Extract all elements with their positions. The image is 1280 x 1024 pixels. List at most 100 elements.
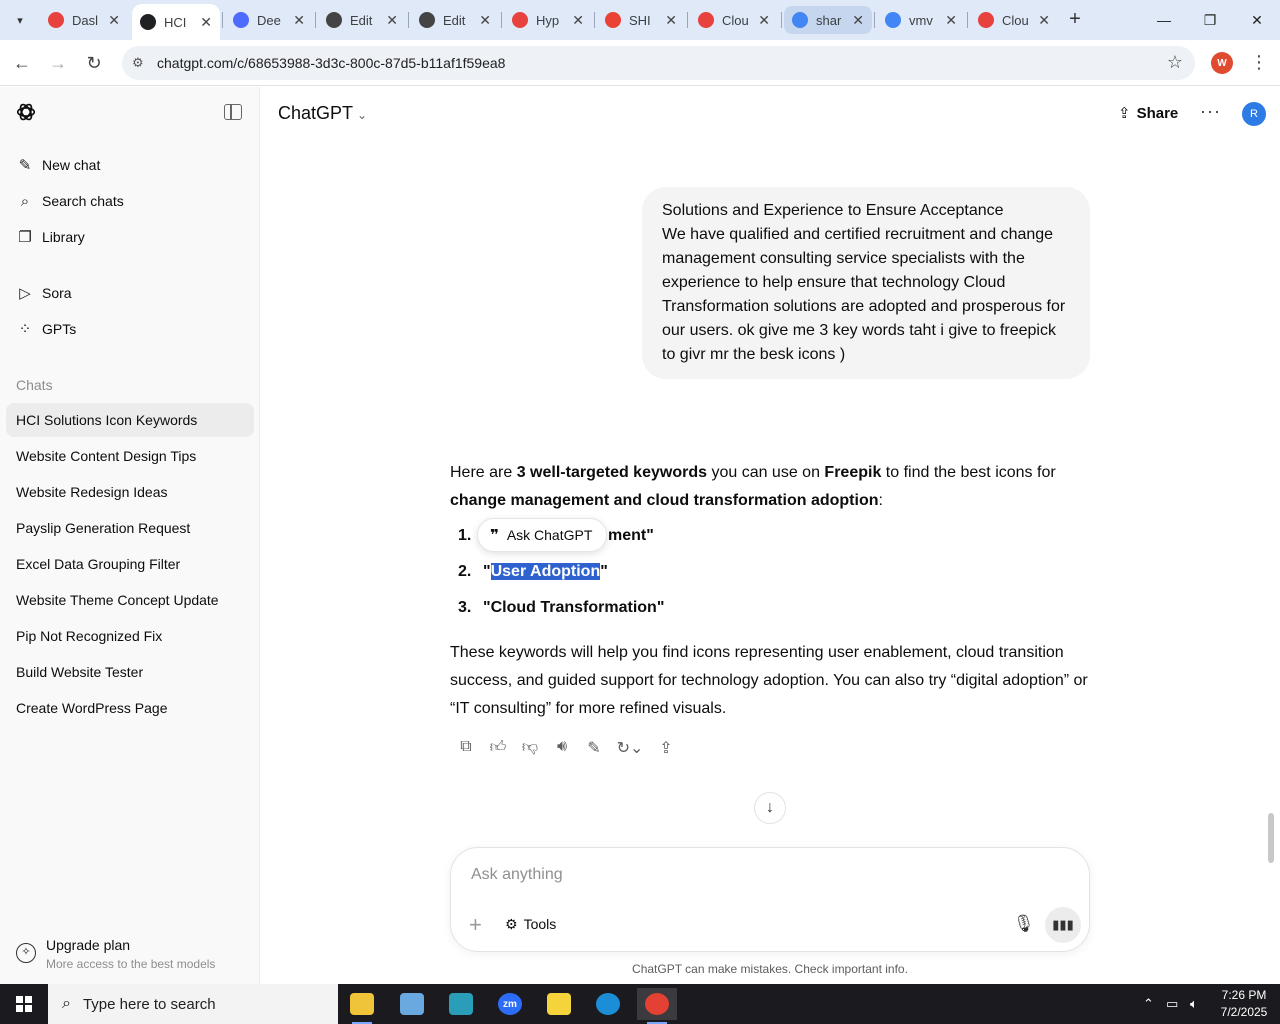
browser-tab[interactable]: shar ✕ <box>784 6 872 34</box>
regenerate-icon[interactable]: ↻⌄ <box>610 738 650 762</box>
tab-separator <box>594 12 595 28</box>
read-aloud-icon[interactable]: 🔊︎ <box>546 738 578 762</box>
search-chats-label: Search chats <box>42 193 124 209</box>
close-tab-icon[interactable]: ✕ <box>852 12 864 29</box>
taskbar-search[interactable]: ⌕ Type here to search <box>48 984 338 1024</box>
quote-icon: ❞ <box>490 527 499 544</box>
paint-app[interactable] <box>392 988 432 1020</box>
close-tab-icon[interactable]: ✕ <box>108 12 120 29</box>
edge-app[interactable] <box>588 988 628 1020</box>
tab-title: shar <box>816 12 842 28</box>
tab-separator <box>874 12 875 28</box>
close-tab-icon[interactable]: ✕ <box>572 12 584 29</box>
new-chat-button[interactable]: ✎ New chat <box>6 148 254 182</box>
close-tab-icon[interactable]: ✕ <box>200 14 212 31</box>
app-icon-teal[interactable] <box>441 988 481 1020</box>
tab-title: Clou <box>1002 12 1029 28</box>
profile-avatar[interactable]: W <box>1211 52 1233 74</box>
bookmark-star-icon[interactable]: ☆ <box>1167 52 1183 73</box>
close-tab-icon[interactable]: ✕ <box>945 12 957 29</box>
close-tab-icon[interactable]: ✕ <box>386 12 398 29</box>
chat-item[interactable]: Website Content Design Tips <box>6 439 254 473</box>
browser-tab[interactable]: SHI ✕ <box>597 6 685 34</box>
address-bar[interactable]: ⚙ chatgpt.com/c/68653988-3d3c-800c-87d5-… <box>122 46 1195 80</box>
thumbs-up-icon[interactable]: 👍︎ <box>482 738 514 762</box>
browser-menu-icon[interactable]: ⋮ <box>1250 52 1268 73</box>
chat-item[interactable]: Website Redesign Ideas <box>6 475 254 509</box>
keyword-number: 3. <box>458 599 472 616</box>
more-options-icon[interactable]: ··· <box>1200 101 1221 122</box>
chat-item[interactable]: HCI Solutions Icon Keywords <box>6 403 254 437</box>
volume-icon[interactable]: 🔈︎ <box>1190 996 1198 1012</box>
windows-taskbar: ⌕ Type here to search zm ⌃ ▭ 🔈︎ 7:26 PM … <box>0 984 1280 1024</box>
network-icon[interactable]: ▭ <box>1166 996 1178 1012</box>
close-tab-icon[interactable]: ✕ <box>1038 12 1050 29</box>
new-tab-button[interactable]: + <box>1064 8 1086 30</box>
minimize-button[interactable]: — <box>1141 0 1187 40</box>
scroll-down-icon[interactable]: ↓ <box>754 792 786 824</box>
chat-item[interactable]: Excel Data Grouping Filter <box>6 547 254 581</box>
share-message-icon[interactable]: ⇪ <box>650 738 682 762</box>
forward-button[interactable]: → <box>46 51 70 75</box>
share-button[interactable]: ⇪ Share <box>1118 104 1178 122</box>
scrollbar[interactable] <box>1268 813 1274 863</box>
library-button[interactable]: ❐ Library <box>6 220 254 254</box>
user-message-bubble: Solutions and Experience to Ensure Accep… <box>642 187 1090 379</box>
url-text[interactable]: chatgpt.com/c/68653988-3d3c-800c-87d5-b1… <box>157 55 505 71</box>
chat-item[interactable]: Create WordPress Page <box>6 691 254 725</box>
windows-logo-icon <box>16 996 32 1012</box>
thumbs-down-icon[interactable]: 👎︎ <box>514 738 546 762</box>
tab-favicon-icon <box>605 12 621 28</box>
restore-button[interactable]: ❐ <box>1187 0 1233 40</box>
tray-overflow-icon[interactable]: ⌃ <box>1143 996 1154 1012</box>
tab-search-button[interactable]: ▾ <box>8 8 32 32</box>
chat-item[interactable]: Build Website Tester <box>6 655 254 689</box>
chat-item[interactable]: Pip Not Recognized Fix <box>6 619 254 653</box>
gpts-button[interactable]: ⁘ GPTs <box>6 312 254 346</box>
add-attachment-icon[interactable]: + <box>469 912 482 938</box>
sidebar-toggle-icon[interactable] <box>224 104 242 120</box>
browser-tab[interactable]: Edit ✕ <box>411 6 499 34</box>
close-tab-icon[interactable]: ✕ <box>758 12 770 29</box>
zoom-app[interactable]: zm <box>490 988 530 1020</box>
chat-item-label: Pip Not Recognized Fix <box>16 628 163 644</box>
browser-tab[interactable]: Clou ✕ <box>970 6 1058 34</box>
tab-favicon-icon <box>419 12 435 28</box>
sticky-notes-app[interactable] <box>539 988 579 1020</box>
selected-keyword-text[interactable]: User Adoption <box>490 563 601 580</box>
upgrade-plan-button[interactable]: ✧ Upgrade plan More access to the best m… <box>16 937 246 977</box>
start-button[interactable] <box>0 984 48 1024</box>
voice-mode-icon[interactable]: ▮▮▮ <box>1045 907 1081 943</box>
tools-button[interactable]: ⚙ Tools <box>505 916 556 933</box>
sora-button[interactable]: ▷ Sora <box>6 276 254 310</box>
file-explorer-app[interactable] <box>342 988 382 1024</box>
copy-icon[interactable]: ⧉ <box>450 738 482 762</box>
taskbar-clock[interactable]: 7:26 PM 7/2/2025 <box>1214 987 1274 1021</box>
browser-tab[interactable]: vmv ✕ <box>877 6 965 34</box>
microphone-icon[interactable]: 🎙︎ <box>1013 914 1035 934</box>
close-tab-icon[interactable]: ✕ <box>479 12 491 29</box>
chat-item[interactable]: Website Theme Concept Update <box>6 583 254 617</box>
browser-tab[interactable]: Dee ✕ <box>225 6 313 34</box>
ask-chatgpt-popup[interactable]: ❞ Ask ChatGPT <box>477 518 607 552</box>
openai-logo-icon[interactable] <box>15 101 37 123</box>
browser-tab[interactable]: Dasl ✕ <box>40 6 128 34</box>
browser-tab[interactable]: Edit ✕ <box>318 6 406 34</box>
chrome-app[interactable] <box>637 988 677 1024</box>
edit-icon[interactable]: ✎ <box>578 738 610 762</box>
site-info-icon[interactable]: ⚙ <box>132 55 144 71</box>
model-selector[interactable]: ChatGPT ⌄ <box>278 103 367 124</box>
search-chats-button[interactable]: ⌕ Search chats <box>6 184 254 218</box>
reload-button[interactable]: ↻ <box>82 51 106 75</box>
close-tab-icon[interactable]: ✕ <box>293 12 305 29</box>
chat-item[interactable]: Payslip Generation Request <box>6 511 254 545</box>
browser-tab[interactable]: Clou ✕ <box>690 6 778 34</box>
user-avatar[interactable]: R <box>1242 102 1266 126</box>
chat-item-label: HCI Solutions Icon Keywords <box>16 412 198 428</box>
close-window-button[interactable]: ✕ <box>1234 0 1280 40</box>
browser-tab[interactable]: HCI ✕ <box>132 4 220 40</box>
browser-tab[interactable]: Hyp ✕ <box>504 6 592 34</box>
close-tab-icon[interactable]: ✕ <box>665 12 677 29</box>
back-button[interactable]: ← <box>10 51 34 75</box>
prompt-input[interactable] <box>471 866 991 884</box>
